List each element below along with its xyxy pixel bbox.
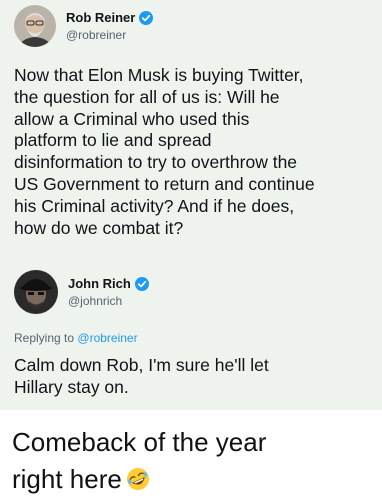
author-name-row: Rob Reiner [66,10,154,26]
reply-avatar[interactable] [14,270,58,314]
verified-badge-icon [139,10,154,25]
tweet-text: Now that Elon Musk is buying Twitter, th… [14,65,315,238]
rolling-on-floor-laughing-emoji-icon [126,467,150,491]
tweet-header: Rob Reiner @robreiner [14,5,154,47]
replying-to-handle[interactable]: @robreiner [77,331,137,345]
reply-author-handle[interactable]: @johnrich [68,294,149,308]
verified-badge-icon [134,276,149,291]
tweet-card: Rob Reiner @robreiner Now that Elon Musk… [0,0,382,410]
replying-to-line: Replying to @robreiner [14,331,138,345]
reply-header: John Rich @johnrich [14,270,149,314]
avatar[interactable] [14,5,56,47]
author-name[interactable]: Rob Reiner [66,10,135,26]
reply-text: Calm down Rob, I'm sure he'll let Hillar… [14,355,269,397]
reply-author-name-row: John Rich [68,276,149,292]
reply-author-name[interactable]: John Rich [68,276,131,292]
reply-author-info: John Rich @johnrich [68,276,149,308]
caption: Comeback of the year right here [12,424,372,498]
author-handle[interactable]: @robreiner [66,28,153,42]
author-info: Rob Reiner @robreiner [66,10,154,42]
replying-to-label: Replying to [14,331,75,345]
